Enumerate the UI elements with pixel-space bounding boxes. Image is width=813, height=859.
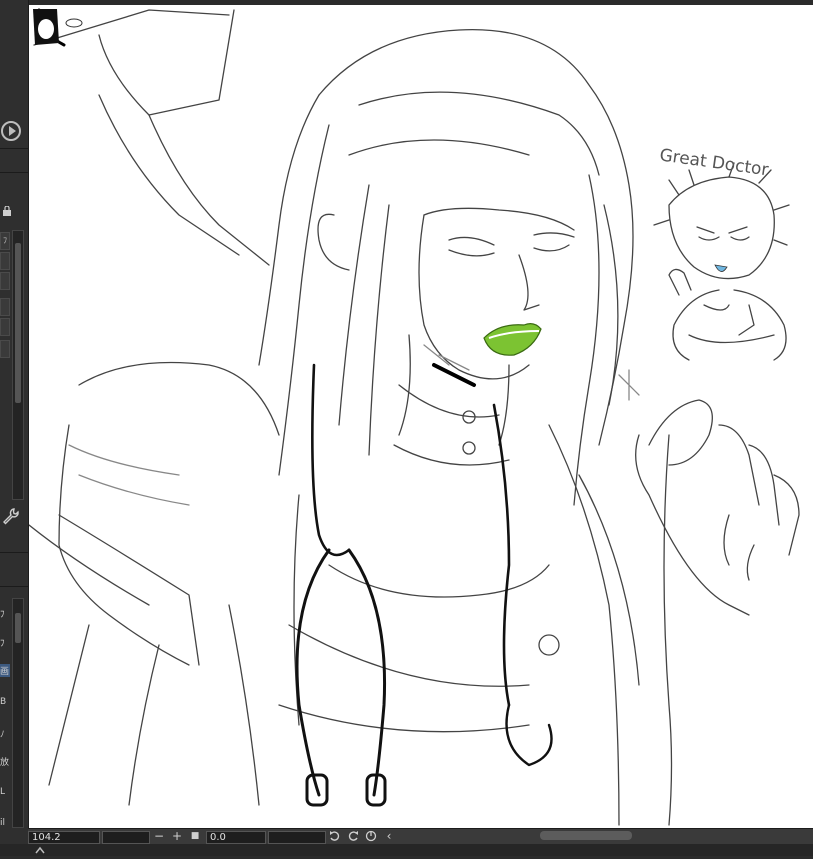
- panel-glyph[interactable]: 画: [0, 664, 10, 677]
- zoom-input[interactable]: 104.2: [28, 830, 100, 844]
- panel-divider: [0, 148, 28, 149]
- horizontal-scrollbar-thumb[interactable]: [540, 831, 632, 840]
- zoom-out-button[interactable]: −: [150, 830, 168, 844]
- panel-divider: [0, 586, 28, 587]
- layer-button[interactable]: [0, 298, 10, 316]
- play-icon[interactable]: [1, 121, 21, 141]
- collapse-button[interactable]: ‹: [380, 830, 398, 844]
- layer-list-scrollbar[interactable]: [12, 598, 24, 828]
- panel-glyph: B: [0, 697, 7, 707]
- lips-color-fill: [483, 323, 542, 356]
- rotate-reset-icon[interactable]: [362, 830, 380, 844]
- panel-divider: [0, 172, 28, 173]
- tongue-color-fill: [714, 264, 728, 272]
- sketch-artwork: Great Doctor: [29, 8, 800, 826]
- panel-glyph: L: [0, 787, 6, 797]
- canvas-status-bar: 104.2 − + ■ 0.0 ‹: [28, 828, 813, 845]
- bottom-bar: [0, 844, 813, 856]
- zoom-dropdown[interactable]: [102, 830, 150, 844]
- panel-divider: [0, 552, 28, 553]
- layer-button[interactable]: [0, 272, 10, 290]
- rotation-dropdown[interactable]: [268, 830, 326, 844]
- panel-scrollbar[interactable]: [12, 230, 24, 500]
- layer-button[interactable]: [0, 252, 10, 270]
- annotation-text: Great Doctor: [658, 145, 769, 180]
- drawing-canvas[interactable]: Great Doctor: [29, 5, 813, 828]
- redo-icon[interactable]: [344, 830, 362, 844]
- layer-button[interactable]: ﾌ: [0, 232, 10, 250]
- undo-icon[interactable]: [326, 830, 344, 844]
- layer-button[interactable]: [0, 340, 10, 358]
- fit-screen-button[interactable]: ■: [186, 830, 204, 844]
- panel-glyph: 放: [0, 758, 10, 768]
- panel-glyph: ﾌ: [0, 610, 5, 620]
- chevron-up-icon[interactable]: [34, 845, 46, 858]
- zoom-in-button[interactable]: +: [168, 830, 186, 844]
- left-tool-panel: ﾌ ﾌ ﾌ 画 B ﾉ 放 L il: [0, 0, 29, 856]
- rotation-input[interactable]: 0.0: [206, 830, 266, 844]
- layer-button[interactable]: [0, 318, 10, 336]
- panel-glyph: ﾉ: [0, 730, 5, 740]
- panel-glyph: ﾌ: [0, 639, 5, 649]
- panel-glyph: il: [0, 818, 6, 828]
- wrench-icon[interactable]: [2, 507, 20, 525]
- lock-icon[interactable]: [2, 205, 12, 216]
